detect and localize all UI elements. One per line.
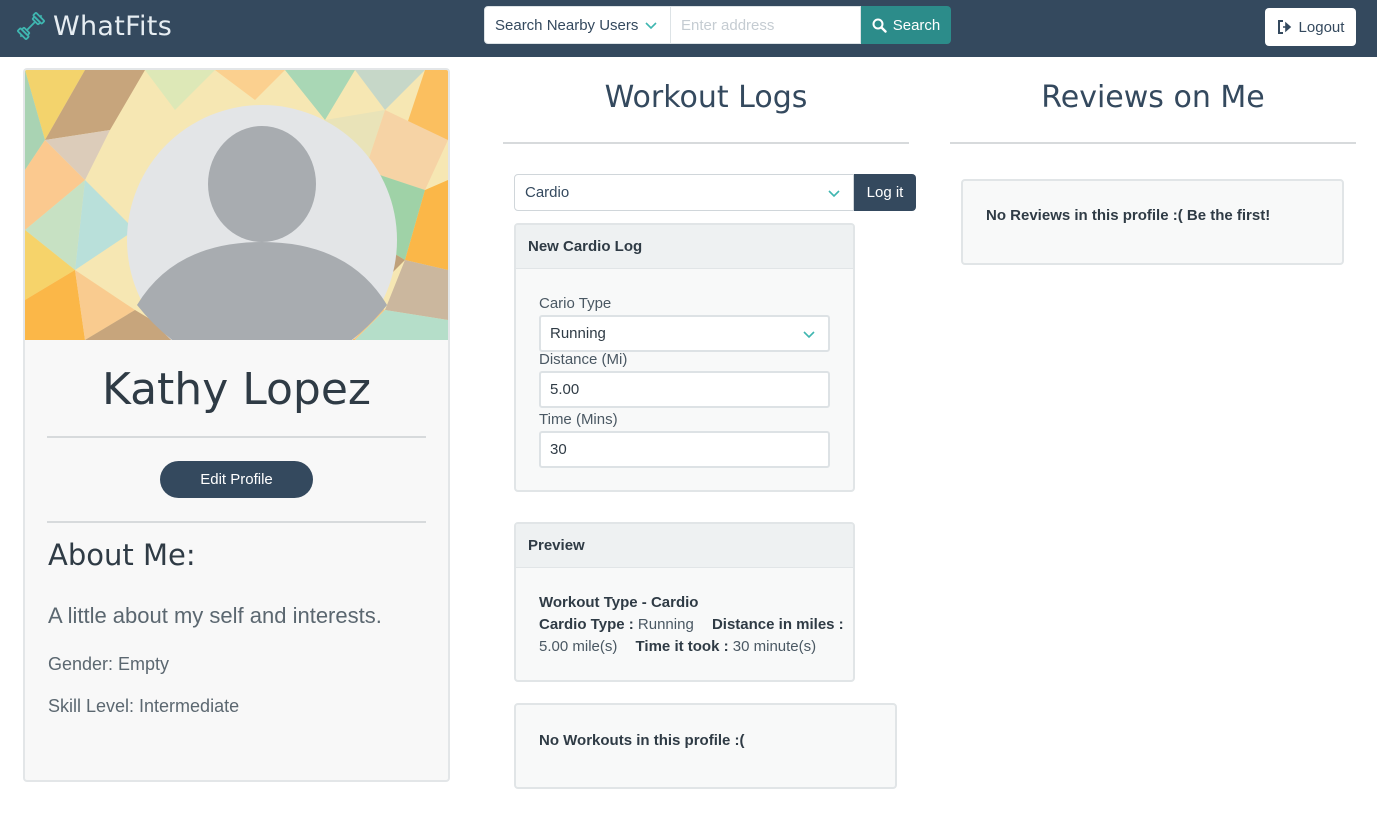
profile-card: Kathy Lopez Edit Profile About Me: A lit…	[23, 68, 450, 782]
skill-level-text: Skill Level: Intermediate	[48, 696, 240, 716]
preview-time-label: Time it took :	[635, 638, 729, 655]
panel-header: Preview	[516, 524, 853, 568]
about-title: About Me:	[48, 538, 196, 572]
dumbbell-icon	[17, 12, 45, 40]
logout-label: Logout	[1298, 18, 1345, 36]
sign-out-icon	[1277, 20, 1291, 34]
workout-type-select[interactable]: Cardio	[514, 174, 854, 211]
distance-input[interactable]: 5.00	[539, 371, 830, 408]
divider	[950, 142, 1356, 144]
search-icon	[872, 18, 887, 33]
workout-logs-title: Workout Logs	[604, 80, 808, 115]
search-scope-label: Search Nearby Users	[495, 16, 639, 34]
panel-header: New Cardio Log	[516, 225, 853, 269]
preview-workout-type: Workout Type - Cardio	[539, 594, 699, 611]
address-input[interactable]	[671, 6, 861, 44]
preview-line-2: 5.00 mile(s) Time it took : 30 minute(s)	[539, 638, 816, 655]
preview-distance-value: 5.00 mile(s)	[539, 638, 618, 655]
profile-banner	[25, 70, 448, 340]
workout-type-value: Cardio	[525, 184, 570, 201]
chevron-down-icon	[803, 330, 815, 338]
preview-time-value: 30 minute(s)	[732, 638, 817, 655]
time-label: Time (Mins)	[539, 411, 618, 428]
brand-name: WhatFits	[53, 10, 173, 42]
search-button[interactable]: Search	[861, 6, 951, 44]
reviews-panel: No Reviews in this profile :( Be the fir…	[961, 179, 1344, 265]
reviews-title: Reviews on Me	[1041, 80, 1265, 115]
distance-label: Distance (Mi)	[539, 351, 628, 368]
no-workouts-text: No Workouts in this profile :(	[539, 732, 745, 749]
no-reviews-text: No Reviews in this profile :( Be the fir…	[986, 207, 1271, 224]
search-button-label: Search	[892, 16, 941, 34]
about-text: A little about my self and interests.	[48, 603, 382, 628]
time-input[interactable]: 30	[539, 431, 830, 468]
time-value: 30	[550, 441, 567, 458]
preview-cardio-type-label: Cardio Type :	[539, 616, 634, 633]
preview-panel: Preview Workout Type - Cardio Cardio Typ…	[514, 522, 855, 682]
gender-text: Gender: Empty	[48, 654, 170, 674]
preview-line-1: Cardio Type : Running Distance in miles …	[539, 616, 844, 633]
edit-profile-button[interactable]: Edit Profile	[160, 461, 313, 498]
workouts-list-panel: No Workouts in this profile :(	[514, 703, 897, 789]
distance-value: 5.00	[550, 381, 580, 398]
divider	[47, 521, 426, 523]
logout-button[interactable]: Logout	[1265, 8, 1356, 46]
cardio-type-label: Cario Type	[539, 295, 612, 312]
chevron-down-icon	[828, 189, 840, 197]
preview-distance-label: Distance in miles :	[711, 616, 844, 633]
profile-name: Kathy Lopez	[102, 364, 371, 415]
preview-cardio-type-value: Running	[637, 616, 694, 633]
navbar: WhatFits Search Nearby Users Search Logo…	[0, 0, 1377, 57]
search-bar: Search Nearby Users Search	[484, 6, 951, 44]
brand-logo[interactable]: WhatFits	[15, 6, 172, 46]
chevron-down-icon	[645, 22, 657, 30]
search-scope-select[interactable]: Search Nearby Users	[484, 6, 671, 44]
cardio-type-value: Running	[550, 325, 606, 342]
log-it-button[interactable]: Log it	[854, 174, 916, 211]
new-cardio-log-panel: New Cardio Log Cario Type Running Distan…	[514, 223, 855, 492]
avatar	[103, 70, 373, 340]
divider	[503, 142, 909, 144]
cardio-type-select[interactable]: Running	[539, 315, 830, 352]
divider	[47, 436, 426, 438]
